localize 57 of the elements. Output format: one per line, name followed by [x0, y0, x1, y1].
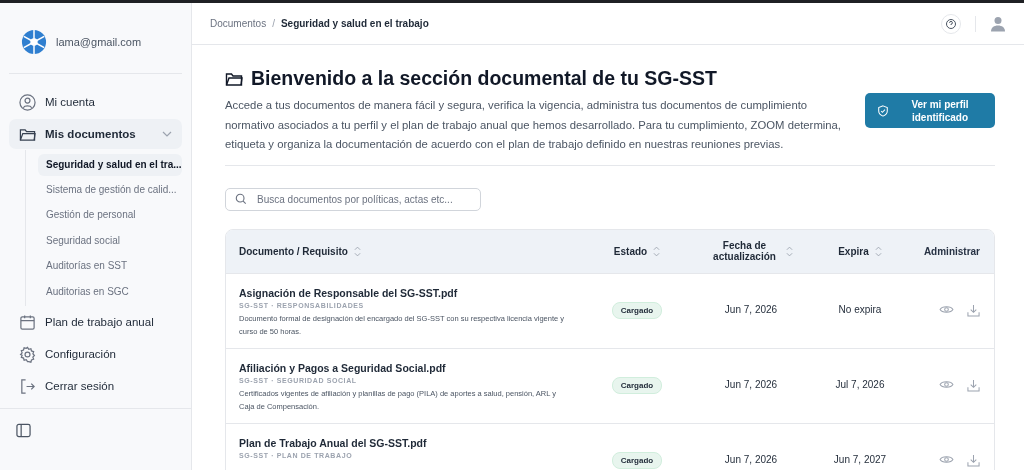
breadcrumb-item: Seguridad y salud en el trabajo	[280, 18, 429, 29]
profile-button[interactable]: Ver mi perfil identificado	[865, 93, 995, 128]
nav-subitem[interactable]: Sistema de gestión de calid...	[38, 179, 182, 202]
updated-date: Jun 7, 2026	[724, 377, 778, 390]
expiry-date: No expira	[838, 302, 882, 315]
nav-item[interactable]: Mis documentos	[9, 119, 182, 149]
sort-icon[interactable]	[874, 245, 882, 257]
document-name[interactable]: Plan de Trabajo Anual del SG-SST.pdf	[239, 436, 427, 449]
column-header[interactable]: Expira	[838, 245, 869, 257]
nav-item[interactable]: Configuración	[9, 339, 182, 370]
page-title: Bienvenido a la sección documental de tu SG-SST	[251, 67, 717, 90]
download-icon[interactable]	[967, 453, 980, 467]
user-icon[interactable]	[990, 15, 1006, 32]
column-header[interactable]: Estado	[613, 245, 648, 257]
column-header: Administrar	[923, 245, 980, 257]
logout-icon	[19, 377, 36, 395]
nav-item[interactable]: Mi cuenta	[9, 87, 182, 117]
expiry-date: Jun 7, 2027	[833, 452, 887, 465]
download-icon[interactable]	[967, 378, 980, 392]
chevron-icon	[162, 131, 172, 137]
sidebar-toggle-icon[interactable]	[16, 423, 31, 439]
document-name[interactable]: Afiliación y Pagos a Seguridad Social.pdf	[239, 361, 446, 374]
column-header[interactable]: Fecha de actualización	[709, 240, 780, 262]
nav-item[interactable]: Plan de trabajo anual	[9, 307, 182, 338]
download-icon[interactable]	[967, 303, 980, 317]
search-icon	[235, 193, 247, 205]
updated-date: Jun 7, 2026	[724, 452, 778, 465]
settings-icon	[19, 345, 36, 363]
view-icon[interactable]	[939, 453, 954, 465]
sort-icon[interactable]	[785, 245, 793, 257]
account-email: lama@gmail.com	[56, 36, 142, 48]
status-tag: Cargado	[611, 376, 663, 394]
nav-subitem[interactable]: Gestión de personal	[38, 204, 182, 227]
view-icon[interactable]	[939, 303, 954, 315]
nav-subitem[interactable]: Auditorias en SGC	[38, 280, 182, 303]
breadcrumb-separator: /	[272, 18, 275, 29]
nav-subitem[interactable]: Auditorías en SST	[38, 255, 182, 278]
status-tag: Cargado	[611, 301, 663, 319]
expiry-date: Jul 7, 2026	[835, 377, 885, 390]
logo-icon	[21, 29, 47, 55]
updated-date: Jun 7, 2026	[724, 302, 778, 315]
shield-icon	[877, 104, 889, 117]
nav-item[interactable]: Cerrar sesión	[9, 371, 182, 402]
view-icon[interactable]	[939, 378, 954, 390]
sort-icon[interactable]	[353, 245, 361, 257]
page-description: Accede a tus documentos de manera fácil y segura, verifica la vigencia, administra tus documentos de cumplimiento normativo asociados a tu perfil y el plan de trabajo anual que hemos desarrollado. Para tu cumplimiento, ZOOM determina, etiqueta y organiza la documentación de acuerdo con el plan de trabajo definido en nuestras reuniones previas.	[225, 98, 841, 152]
nav-subitem[interactable]: Seguridad y salud en el tra...	[38, 153, 182, 176]
column-header[interactable]: Documento / Requisito	[239, 245, 348, 257]
search-field[interactable]: Busca documentos por políticas, actas etc...	[225, 187, 481, 211]
calendar-icon	[19, 313, 36, 331]
help-icon[interactable]	[941, 13, 961, 34]
breadcrumb-item[interactable]: Documentos	[210, 18, 267, 29]
status-tag: Cargado	[611, 451, 663, 469]
user-icon	[19, 93, 36, 111]
nav-subitem[interactable]: Seguridad social	[38, 229, 182, 252]
document-name[interactable]: Asignación de Responsable del SG-SST.pdf	[239, 286, 458, 299]
sort-icon[interactable]	[653, 245, 661, 257]
